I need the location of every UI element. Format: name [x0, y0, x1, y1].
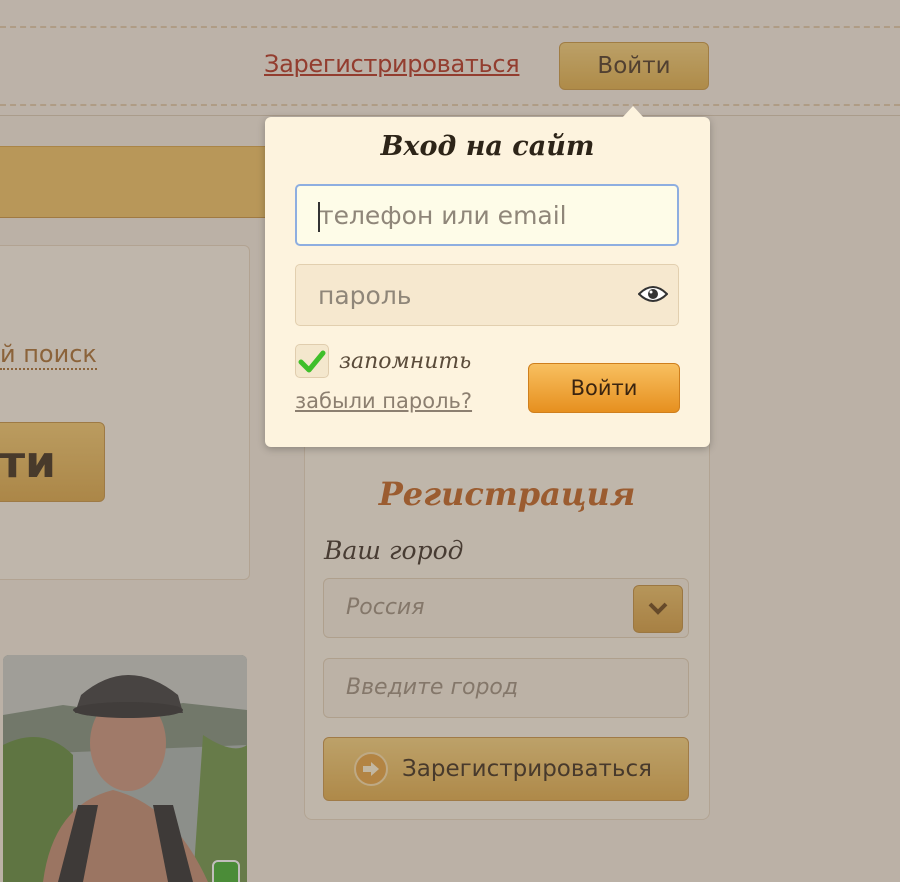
- page: Зарегистрироваться Войти й поиск йти Рег…: [0, 0, 900, 882]
- remember-me[interactable]: запомнить: [295, 344, 471, 378]
- login-popup: Вход на сайт запомнить забы: [265, 106, 710, 447]
- eye-icon[interactable]: [637, 284, 669, 304]
- remember-label: запомнить: [339, 348, 472, 374]
- login-input[interactable]: [297, 186, 677, 244]
- password-input[interactable]: [296, 265, 678, 325]
- checkmark-icon: [298, 350, 326, 373]
- popup-login-button[interactable]: Войти: [528, 363, 680, 413]
- popup-pointer: [622, 106, 644, 118]
- forgot-password-link[interactable]: забыли пароль?: [295, 389, 472, 413]
- remember-checkbox[interactable]: [295, 344, 329, 378]
- login-field[interactable]: [295, 184, 679, 246]
- text-caret: [318, 202, 320, 232]
- password-field[interactable]: [295, 264, 679, 326]
- login-popup-title: Вход на сайт: [380, 131, 595, 162]
